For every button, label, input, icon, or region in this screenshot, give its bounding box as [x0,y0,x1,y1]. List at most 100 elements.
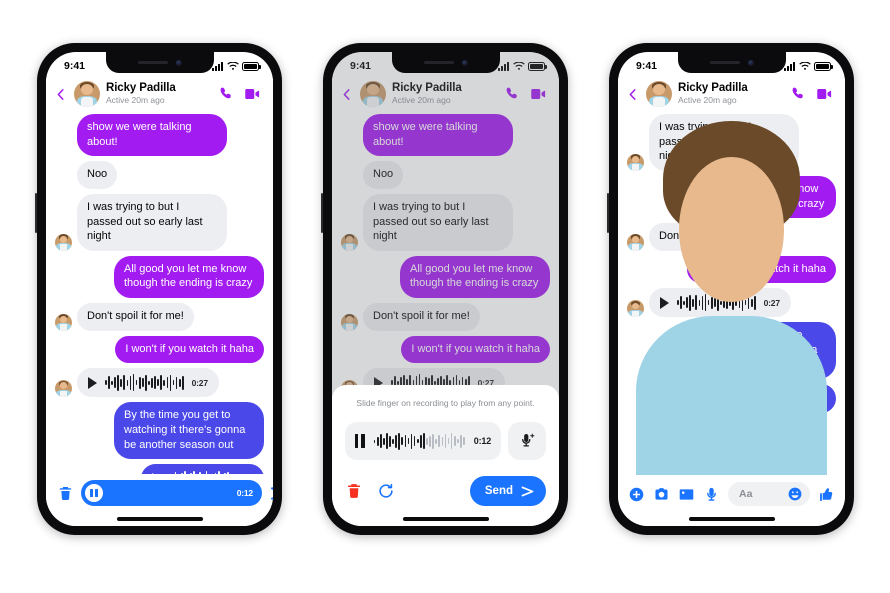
panel-player-row: 0:12 [345,422,546,460]
phone-phone-recording-inline: 9:41 Ricky Padilla Active 20m ago show we w… [35,43,282,535]
recording-progress-pill[interactable]: 0:12 [81,480,262,506]
voice-message-bubble[interactable]: 0:15 [140,464,264,474]
contact-avatar [646,81,672,107]
message-row: Don't spoil it for me! [55,303,264,331]
wifi-icon [226,61,239,71]
image-icon[interactable] [678,486,695,503]
home-indicator[interactable] [402,517,489,521]
device-notch [391,52,500,73]
mic-icon[interactable] [703,486,720,503]
chevron-left-icon[interactable] [54,84,68,104]
message-bubble[interactable]: show we were talking about! [77,114,227,157]
plus-circle-icon[interactable] [628,486,645,503]
earpiece-speaker [137,60,168,65]
playback-elapsed: 0:12 [473,436,491,446]
sender-avatar [55,313,72,331]
send-button[interactable]: Send [469,476,546,506]
message-bubble[interactable]: Noo [77,161,118,189]
phone-icon[interactable] [218,86,234,102]
home-indicator[interactable] [688,517,775,521]
camera-icon[interactable] [653,486,670,503]
pause-icon[interactable] [355,434,365,448]
audio-waveform[interactable] [105,374,184,392]
chat-header: Ricky Padilla Active 20m ago [46,78,273,114]
message-row: 0:27 [55,368,264,398]
front-camera [747,59,754,66]
trash-icon[interactable] [345,482,363,500]
panel-hint-text: Slide finger on recording to play from a… [356,398,535,408]
contact-name[interactable]: Ricky Padilla [678,82,784,95]
sender-avatar [627,153,644,171]
device-notch [105,52,214,73]
message-row: 0:15 [55,464,264,474]
smiley-icon[interactable] [787,486,803,502]
sender-avatar [627,233,644,251]
sender-avatar [627,300,644,318]
voice-message-bubble[interactable]: 0:27 [77,368,219,398]
avatar-spacer [55,139,72,156]
text-input[interactable]: Aa [728,482,810,506]
chat-header: Ricky Padilla Active 20m ago [618,78,845,114]
wifi-icon [798,61,811,71]
thumbs-up-icon[interactable] [818,486,835,503]
contact-name[interactable]: Ricky Padilla [106,82,212,95]
message-bubble[interactable]: All good you let me know though the endi… [114,255,264,298]
message-thread[interactable]: I was trying to but I passed out so earl… [618,114,845,475]
send-arrow-icon[interactable] [269,484,273,503]
contact-avatar [74,81,100,107]
contact-status: Active 20m ago [106,95,165,106]
battery-full-icon [242,61,261,71]
video-camera-icon[interactable] [815,85,833,103]
recording-review-panel: Slide finger on recording to play from a… [332,385,559,526]
screenshot-stage: 9:41 Ricky Padilla Active 20m ago show we w… [0,0,890,593]
phone-phone-sent: 9:41Ricky PadillaActive 20m agoI was try… [607,43,854,535]
sender-avatar [55,233,72,251]
status-time: 9:41 [636,60,658,72]
cellular-bars-icon [212,61,223,71]
play-icon[interactable] [660,296,669,309]
message-bubble[interactable]: Don't spoil it for me! [77,303,194,331]
voice-duration: 0:27 [763,297,780,308]
message-bubble[interactable]: By the time you get to watching it there… [114,402,264,460]
sender-avatar [55,380,72,398]
recording-elapsed: 0:12 [236,488,253,498]
play-icon[interactable] [88,376,97,389]
message-composer: Aa [618,475,845,512]
trash-icon[interactable] [57,485,74,502]
message-bubble[interactable]: I was trying to but I passed out so earl… [77,193,227,251]
contact-status: Active 20m ago [678,95,737,106]
message-row: I was trying to but I passed out so earl… [55,193,264,251]
message-row: Noo [55,161,264,189]
panel-bottom-padding [345,506,546,518]
avatar-spacer [55,172,72,189]
voice-duration: 0:27 [191,377,208,388]
phone-icon[interactable] [790,86,806,102]
send-button-label: Send [484,485,513,497]
message-bubble[interactable]: I won't if you watch it haha [115,335,264,364]
chevron-left-icon[interactable] [626,84,640,104]
battery-full-icon [814,61,833,71]
redo-circular-arrow-icon[interactable] [377,482,395,500]
audio-player[interactable]: 0:12 [345,422,501,460]
message-row: All good you let me know though the endi… [55,255,264,298]
text-input-placeholder: Aa [739,488,753,500]
message-row: By the time you get to watching it there… [55,402,264,460]
cellular-bars-icon [784,61,795,71]
video-camera-icon[interactable] [243,85,261,103]
mic-plus-icon[interactable] [508,422,546,460]
message-thread[interactable]: show we were talking about! Noo I was tryi… [46,114,273,474]
device-notch [677,52,786,73]
message-row: I won't if you watch it haha [55,335,264,364]
front-camera [175,59,182,66]
play-icon[interactable] [151,472,161,474]
status-time: 9:41 [64,60,86,72]
pause-icon[interactable] [85,484,103,502]
home-indicator[interactable] [116,517,203,521]
audio-waveform[interactable] [373,430,465,452]
front-camera [461,59,468,66]
audio-waveform[interactable] [109,486,231,500]
phone-phone-review-panel: 9:41 Ricky Padilla Active 20m ago show we w… [321,43,568,535]
voice-record-bar: 0:12 [46,474,273,512]
send-arrow-icon [520,484,535,499]
audio-waveform[interactable] [169,470,229,474]
